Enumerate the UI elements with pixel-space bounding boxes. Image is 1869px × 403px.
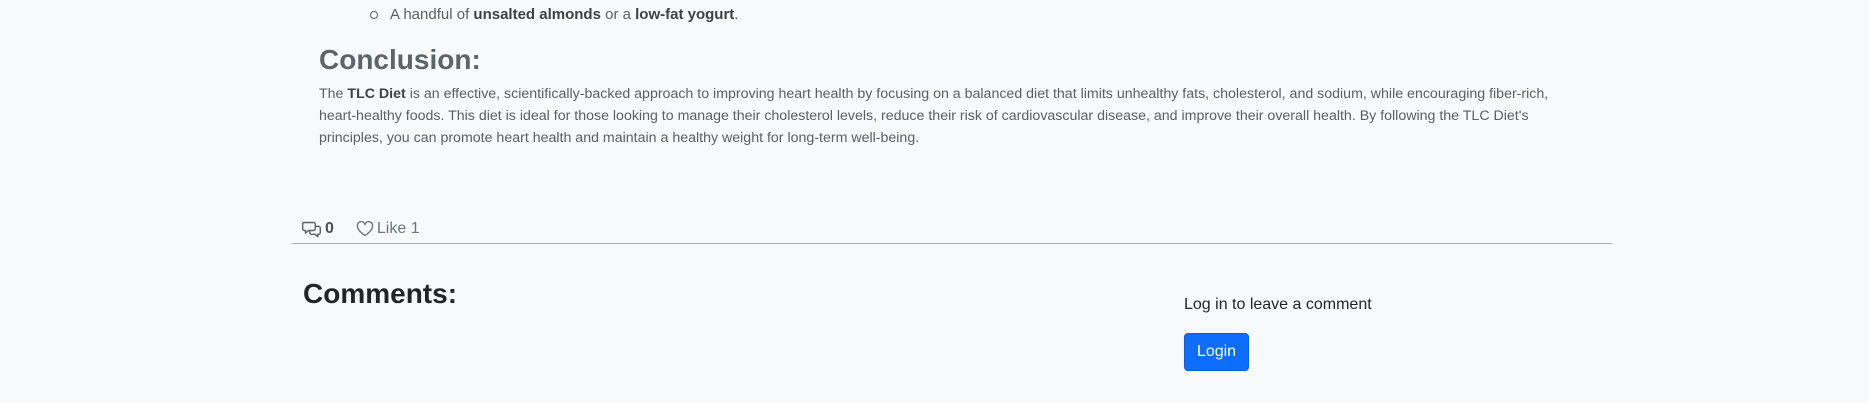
login-button[interactable]: Login bbox=[1184, 333, 1249, 371]
divider bbox=[292, 243, 1612, 244]
comment-count-value: 0 bbox=[325, 220, 334, 237]
list-item-text: A handful of unsalted almonds or a low-f… bbox=[390, 6, 739, 23]
login-prompt: Log in to leave a comment bbox=[1184, 296, 1372, 313]
post-meta-bar: 0 Like 1 bbox=[302, 220, 420, 238]
comment-count[interactable]: 0 bbox=[302, 220, 334, 238]
list-item: A handful of unsalted almonds or a low-f… bbox=[370, 6, 738, 24]
comments-heading: Comments: bbox=[303, 278, 458, 309]
conclusion-paragraph: The TLC Diet is an effective, scientific… bbox=[319, 86, 1549, 146]
heart-outline-icon bbox=[356, 221, 374, 237]
like-label: Like 1 bbox=[376, 220, 420, 237]
chat-bubbles-icon bbox=[302, 221, 321, 238]
conclusion-heading: Conclusion: bbox=[319, 44, 481, 75]
like-button[interactable]: Like 1 bbox=[356, 220, 420, 238]
circle-bullet-icon bbox=[370, 11, 378, 19]
